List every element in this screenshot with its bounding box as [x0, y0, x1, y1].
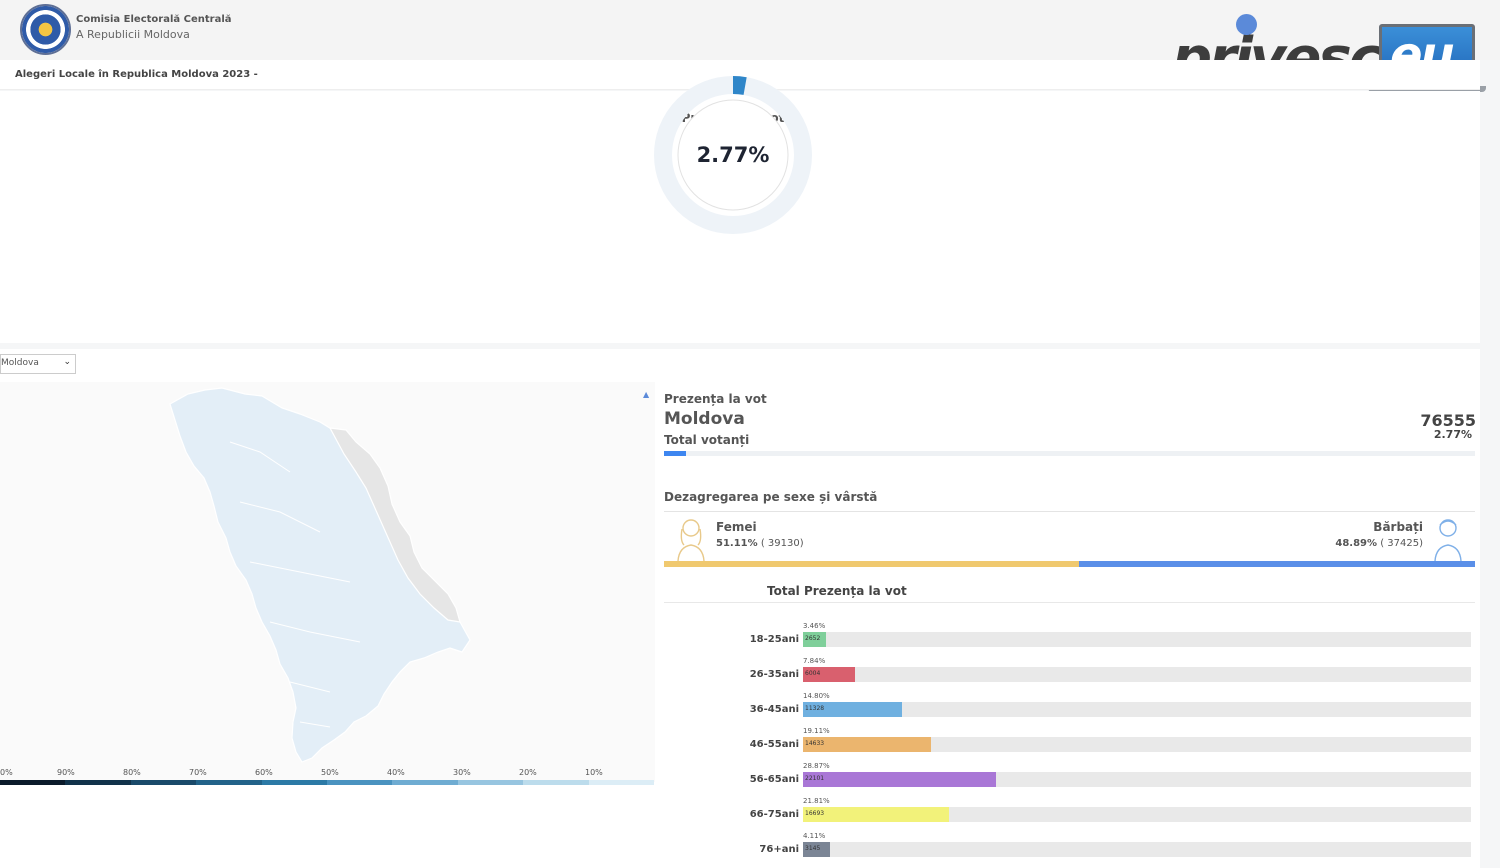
- legend-tick: 80%: [123, 768, 141, 777]
- age-row: 76+ani 4.11% 3145: [700, 832, 1472, 862]
- male-percent: 48.89%: [1335, 538, 1378, 549]
- age-group-label: 76+ani: [759, 844, 799, 855]
- legend-swatch: [392, 780, 458, 785]
- legend-tick: 40%: [387, 768, 405, 777]
- chevron-down-icon: ⌄: [63, 357, 71, 367]
- region-turnout-bar-fill: [664, 451, 687, 456]
- org-subname: A Republicii Moldova: [76, 28, 190, 41]
- age-row: 66-75ani 21.81% 16693: [700, 797, 1472, 827]
- male-count: ( 37425): [1380, 538, 1423, 549]
- cec-emblem-logo: [20, 4, 71, 55]
- male-stats: 48.89% ( 37425): [1335, 538, 1423, 549]
- legend-color-scale: [0, 780, 655, 785]
- legend-tick: 70%: [189, 768, 207, 777]
- legend-tick: 90%: [57, 768, 75, 777]
- total-voters-label: Total votanți: [664, 433, 750, 447]
- legend-swatch: [261, 780, 328, 785]
- male-avatar-icon: [1434, 519, 1462, 561]
- moldova-map-svg[interactable]: [0, 382, 655, 782]
- age-bar-value: 14633: [805, 740, 825, 747]
- female-percent: 51.11%: [716, 538, 758, 549]
- legend-tick: 60%: [255, 768, 273, 777]
- age-bar-track: 11328: [803, 702, 1471, 717]
- legend-swatch: [196, 780, 262, 785]
- age-group-label: 26-35ani: [749, 669, 799, 680]
- region-turnout-percent: 2.77%: [1433, 428, 1472, 441]
- age-bar-value: 3145: [805, 845, 821, 852]
- legend-swatch: [65, 780, 131, 785]
- age-bar-track: 16693: [803, 807, 1471, 822]
- legend-swatch: [457, 780, 524, 785]
- moldova-map[interactable]: [0, 382, 655, 782]
- age-bar-track: 6004: [803, 667, 1471, 682]
- age-bar[interactable]: 6004: [803, 667, 856, 682]
- age-group-label: 18-25ani: [749, 634, 799, 645]
- age-group-label: 66-75ani: [749, 809, 799, 820]
- age-bar-value: 11328: [805, 705, 825, 712]
- age-group-percent: 4.11%: [803, 832, 826, 840]
- age-group-label: 36-45ani: [749, 704, 799, 715]
- legend-swatch: [588, 780, 655, 785]
- age-row: 56-65ani 28.87% 22101: [700, 762, 1472, 792]
- region-name: Moldova: [664, 409, 745, 429]
- age-bar-value: 2652: [805, 635, 821, 642]
- election-title[interactable]: Alegeri Locale în Republica Moldova 2023…: [15, 69, 258, 80]
- scroll-up-icon[interactable]: ▲: [643, 390, 649, 399]
- age-row: 36-45ani 14.80% 11328: [700, 692, 1472, 722]
- age-group-percent: 3.46%: [803, 622, 826, 630]
- gender-split-bar: [664, 561, 1475, 567]
- age-bar[interactable]: 3145: [803, 842, 831, 857]
- age-bar-track: 14633: [803, 737, 1471, 752]
- region-select[interactable]: Moldova ⌄: [0, 354, 76, 374]
- age-bar[interactable]: 2652: [803, 632, 827, 647]
- age-bar-value: 6004: [805, 670, 821, 677]
- brand-dot: [1236, 14, 1257, 35]
- legend-tick: 50%: [321, 768, 339, 777]
- age-group-percent: 14.80%: [803, 692, 830, 700]
- age-group-percent: 21.81%: [803, 797, 830, 805]
- age-chart-title: Total Prezența la vot: [767, 584, 907, 598]
- age-row: 46-55ani 19.11% 14633: [700, 727, 1472, 757]
- age-bar-track: 2652: [803, 632, 1471, 647]
- legend-tick: 30%: [453, 768, 471, 777]
- age-row: 18-25ani 3.46% 2652: [700, 622, 1472, 652]
- age-bar[interactable]: 22101: [803, 772, 996, 787]
- female-avatar-icon: [677, 519, 705, 561]
- legend-swatch: [130, 780, 197, 785]
- age-group-label: 46-55ani: [749, 739, 799, 750]
- region-turnout-label: Prezența la vot: [664, 392, 767, 406]
- legend-tick: 10%: [585, 768, 603, 777]
- gender-bar-female: [664, 561, 1079, 567]
- legend-swatch: [0, 780, 66, 785]
- region-turnout-bar: [664, 451, 1475, 456]
- region-select-value: Moldova: [1, 358, 39, 368]
- age-group-percent: 28.87%: [803, 762, 830, 770]
- org-name: Comisia Electorală Centrală: [76, 14, 232, 25]
- divider: [664, 602, 1475, 603]
- top-header: Comisia Electorală Centrală A Republicii…: [0, 0, 1500, 92]
- female-label: Femei: [716, 520, 757, 534]
- legend-swatch: [523, 780, 589, 785]
- age-bar-value: 22101: [805, 775, 825, 782]
- male-label: Bărbați: [1373, 520, 1423, 534]
- age-bar[interactable]: 14633: [803, 737, 931, 752]
- divider: [664, 511, 1475, 512]
- age-group-percent: 19.11%: [803, 727, 830, 735]
- age-bar-track: 3145: [803, 842, 1471, 857]
- legend-swatch: [327, 780, 393, 785]
- female-stats: 51.11% ( 39130): [716, 538, 804, 549]
- legend-tick: 20%: [519, 768, 537, 777]
- turnout-percent: 2.77%: [696, 143, 770, 167]
- age-bar[interactable]: 11328: [803, 702, 902, 717]
- female-count: ( 39130): [760, 538, 804, 549]
- age-bar[interactable]: 16693: [803, 807, 949, 822]
- legend-tick: 0%: [0, 768, 13, 777]
- age-bar-value: 16693: [805, 810, 825, 817]
- age-bar-track: 22101: [803, 772, 1471, 787]
- gender-age-title: Dezagregarea pe sexe și vârstă: [664, 490, 878, 504]
- age-group-percent: 7.84%: [803, 657, 826, 665]
- age-group-label: 56-65ani: [749, 774, 799, 785]
- age-row: 26-35ani 7.84% 6004: [700, 657, 1472, 687]
- gender-bar-male: [1078, 561, 1475, 567]
